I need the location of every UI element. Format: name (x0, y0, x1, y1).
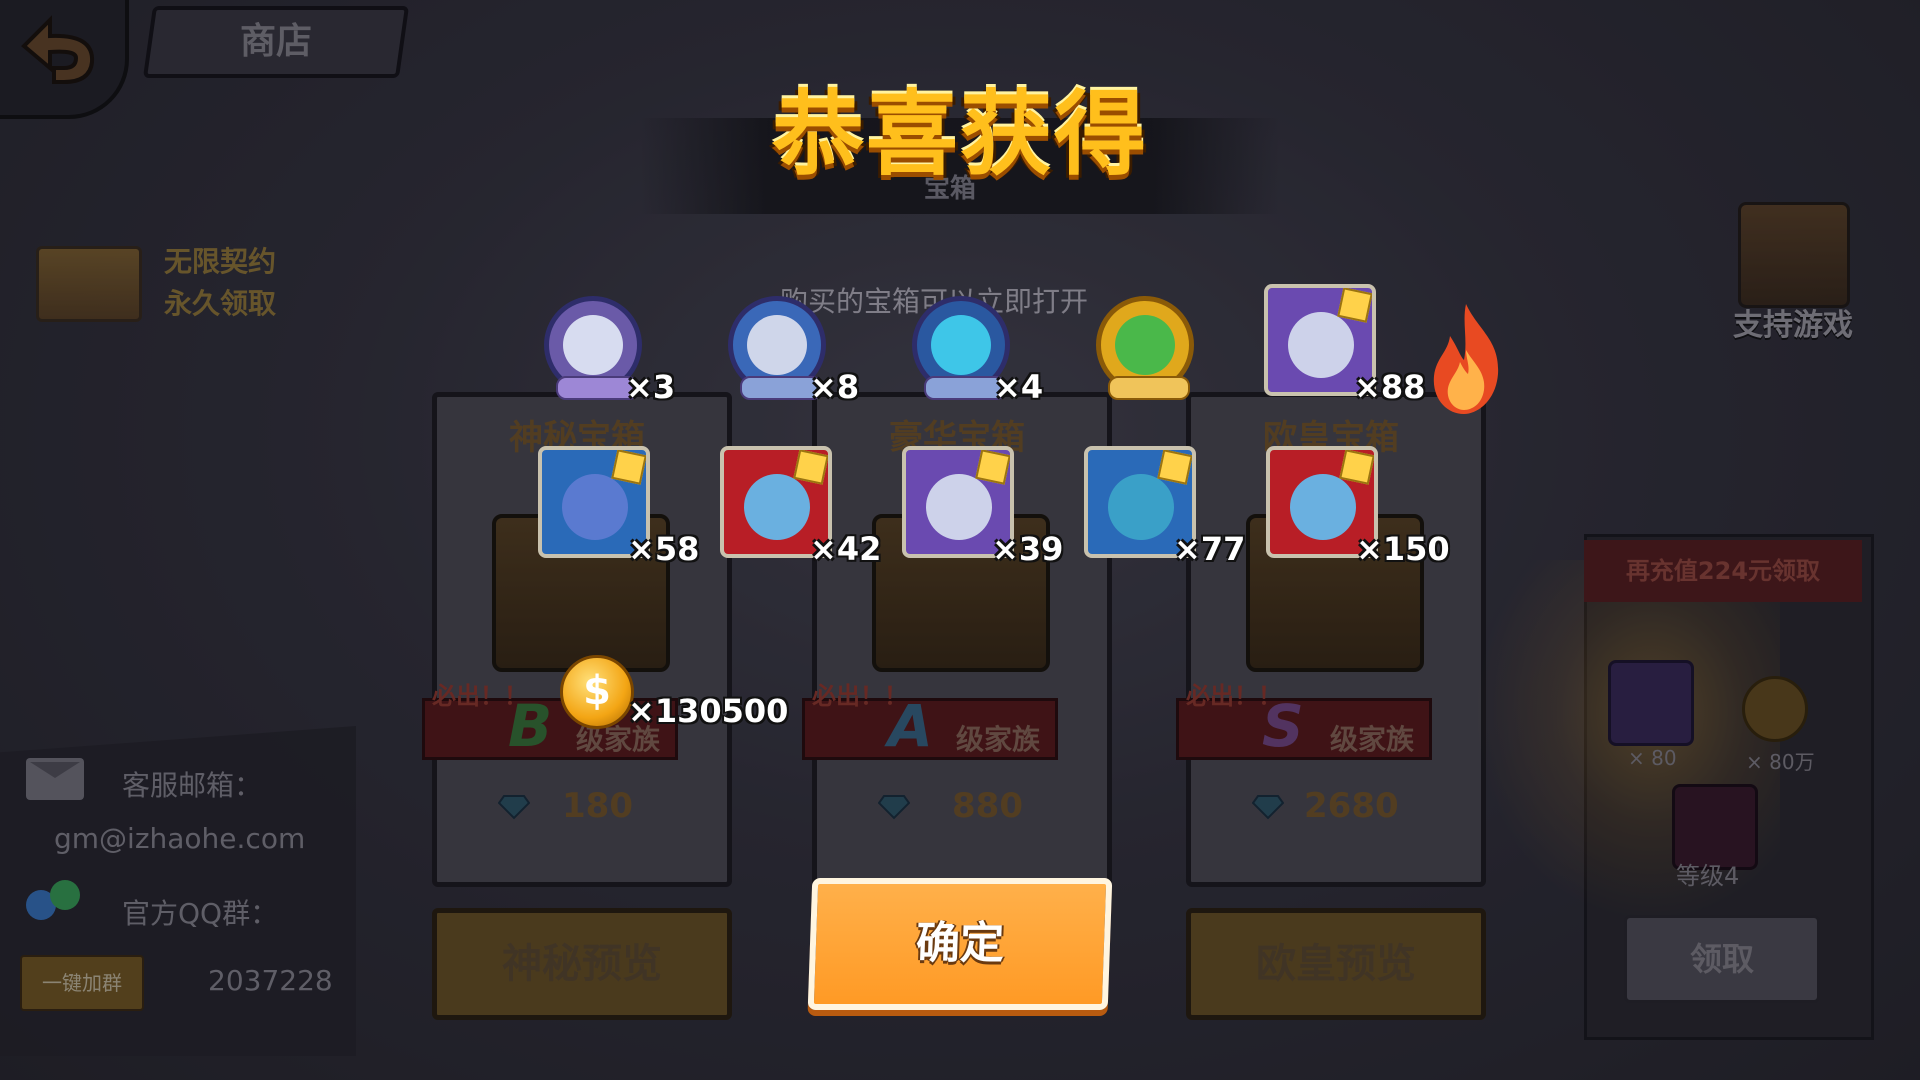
confirm-button[interactable]: 确定 (807, 878, 1113, 1010)
reward-item (1090, 290, 1208, 408)
reward-count: ×39 (992, 530, 1064, 568)
reward-item: ×8 (722, 290, 859, 408)
reward-count: ×4 (994, 368, 1044, 406)
popup-title: 恭喜获得 (771, 81, 1148, 188)
flame-icon (1433, 304, 1499, 414)
reward-item: ×58 (538, 446, 699, 568)
coin-reward-count: ×130500 (628, 692, 789, 730)
reward-count: ×150 (1356, 530, 1450, 568)
reward-count: ×58 (628, 530, 700, 568)
reward-item: ×88 (1264, 284, 1425, 406)
reward-item: ×4 (906, 290, 1043, 408)
reward-count: ×8 (810, 368, 860, 406)
gold-coin-icon: $ (560, 655, 634, 729)
reward-item: ×77 (1084, 446, 1245, 568)
reward-item: ×150 (1266, 446, 1450, 568)
reward-item: ×3 (538, 290, 675, 408)
reward-count: ×42 (810, 530, 882, 568)
confirm-button-label: 确定 (915, 918, 1005, 969)
reward-count: ×3 (626, 368, 676, 406)
reward-item: ×39 (902, 446, 1063, 568)
reward-count: ×88 (1354, 368, 1426, 406)
reward-item: ×42 (720, 446, 881, 568)
reward-count: ×77 (1174, 530, 1246, 568)
